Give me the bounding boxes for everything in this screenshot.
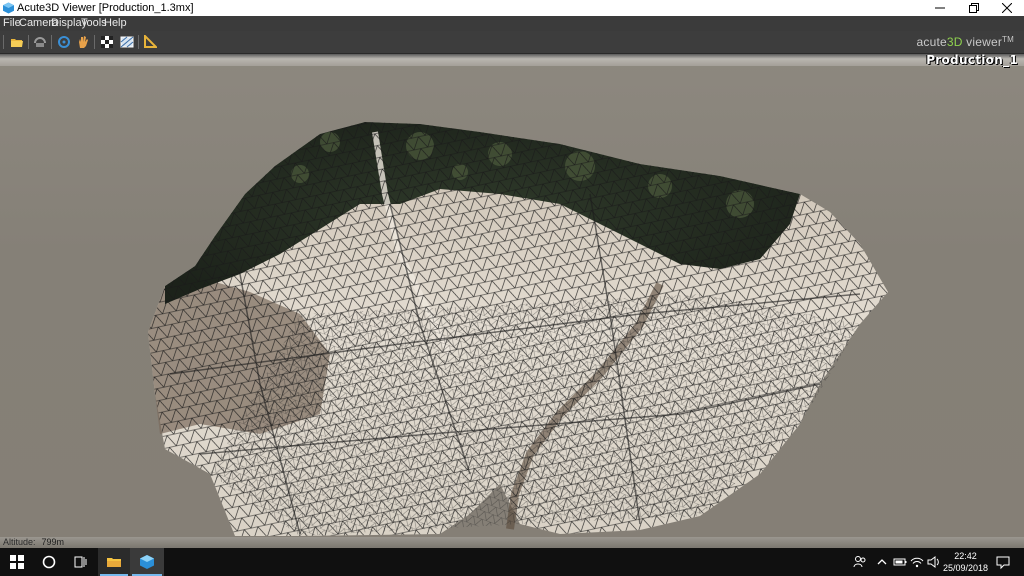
home-icon — [33, 37, 46, 47]
toolbar-separator — [94, 35, 95, 49]
wireframe-toggle-button[interactable] — [118, 34, 135, 50]
toolbar-separator — [138, 35, 139, 49]
altitude-readout: Altitude: 799m — [3, 537, 64, 548]
measure-icon — [143, 35, 157, 48]
clock-date: 25/09/2018 — [942, 563, 988, 573]
battery-icon — [893, 558, 907, 566]
task-view-button[interactable] — [64, 548, 96, 576]
menu-tools[interactable]: Tools — [81, 17, 107, 30]
open-folder-icon — [10, 39, 23, 47]
acute3d-viewer-brand: acute3D viewerTM — [917, 35, 1014, 49]
brand-trademark: TM — [1002, 35, 1014, 44]
pan-hand-icon — [78, 36, 88, 48]
orbit-icon — [57, 36, 70, 48]
orbit-button[interactable] — [55, 34, 72, 50]
cortana-circle-icon — [42, 555, 56, 569]
window-title: Acute3D Viewer [Production_1.3mx] — [17, 2, 194, 14]
brand-text-acute: acute — [916, 35, 947, 49]
start-button[interactable] — [0, 548, 34, 576]
open-file-button[interactable] — [8, 34, 25, 50]
checker-texture-icon — [100, 36, 113, 48]
show-hidden-icons-button[interactable] — [874, 548, 890, 576]
status-bar: Altitude: 799m — [0, 537, 1024, 548]
toolbar-separator — [3, 35, 4, 49]
altitude-value: 799m — [41, 537, 65, 547]
battery-tray-icon-button[interactable] — [891, 548, 909, 576]
wifi-icon — [910, 557, 924, 568]
windows-taskbar: 22:42 25/09/2018 — [0, 548, 1024, 576]
task-view-icon — [74, 556, 87, 568]
terrain-mesh-model[interactable] — [0, 54, 1024, 548]
texture-toggle-button[interactable] — [98, 34, 115, 50]
altitude-label: Altitude: — [3, 537, 36, 547]
toolbar-separator — [28, 35, 29, 49]
speaker-icon — [927, 556, 939, 568]
wireframe-mesh-fine — [210, 294, 860, 536]
restore-button[interactable] — [957, 0, 991, 16]
chevron-up-icon — [877, 559, 887, 565]
acute3d-app-icon — [140, 555, 154, 569]
3d-viewport[interactable]: Production_1 Altitude: 799m — [0, 54, 1024, 548]
people-button[interactable] — [850, 548, 870, 576]
title-bar: Acute3D Viewer [Production_1.3mx] — [0, 0, 1024, 16]
volume-tray-button[interactable] — [925, 548, 943, 576]
close-button[interactable] — [990, 0, 1024, 16]
brand-text-viewer: viewer — [962, 35, 1003, 49]
acute3d-app-icon — [3, 2, 14, 14]
measure-button[interactable] — [141, 34, 158, 50]
menu-bar: File Camera Display Tools Help — [0, 16, 1024, 31]
action-center-button[interactable] — [992, 548, 1014, 576]
menu-help[interactable]: Help — [104, 17, 127, 30]
people-icon — [853, 556, 866, 568]
taskbar-clock[interactable]: 22:42 25/09/2018 — [943, 550, 988, 574]
acute3d-taskbar-button[interactable] — [130, 548, 164, 576]
file-explorer-icon — [107, 558, 121, 567]
pan-button[interactable] — [74, 34, 91, 50]
brand-text-3d: 3D — [946, 35, 963, 49]
cortana-search-button[interactable] — [34, 548, 64, 576]
windows-logo-icon — [10, 555, 24, 569]
clock-time: 22:42 — [954, 551, 977, 561]
file-explorer-taskbar-button[interactable] — [98, 548, 130, 576]
close-icon — [1002, 3, 1012, 13]
home-view-button[interactable] — [31, 34, 48, 50]
wireframe-icon — [120, 36, 133, 48]
network-tray-button[interactable] — [908, 548, 926, 576]
notification-icon — [996, 556, 1010, 570]
minimize-button[interactable] — [923, 0, 957, 16]
toolbar: acute3D viewerTM — [0, 31, 1024, 54]
minimize-icon — [935, 7, 945, 9]
restore-icon — [969, 3, 979, 13]
toolbar-separator — [51, 35, 52, 49]
